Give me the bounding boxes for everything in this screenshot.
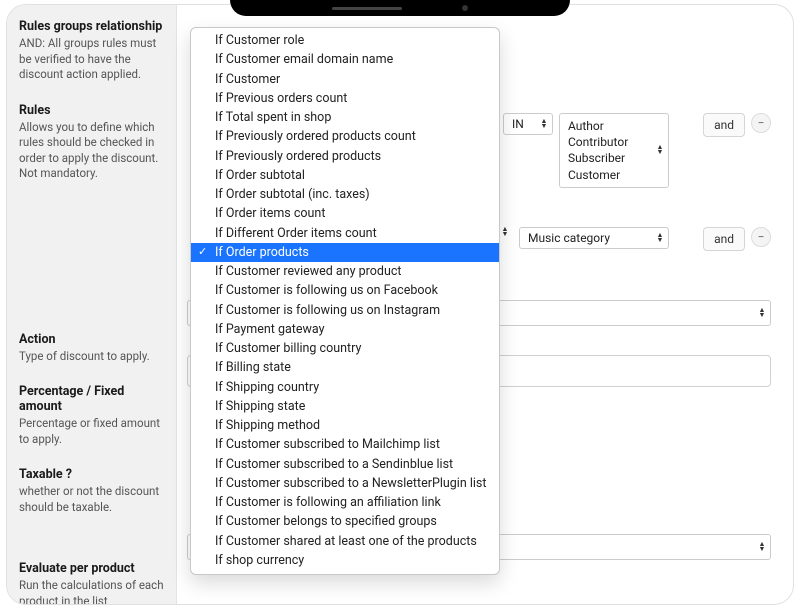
dropdown-item[interactable]: If Payment gateway xyxy=(191,320,499,339)
dropdown-item[interactable]: If Previous orders count xyxy=(191,89,499,108)
dropdown-item[interactable]: If Order items count xyxy=(191,204,499,223)
roles-multiselect[interactable]: Author Contributor Subscriber Customer ▲… xyxy=(559,113,669,188)
section-action: Action Type of discount to apply. xyxy=(19,332,166,365)
updown-icon: ▲▼ xyxy=(655,233,665,243)
role-option[interactable]: Contributor xyxy=(568,134,648,150)
section-desc: Type of discount to apply. xyxy=(19,349,166,365)
section-title: Percentage / Fixed amount xyxy=(19,384,166,414)
dropdown-item[interactable]: If shop currency xyxy=(191,551,499,570)
role-option[interactable]: Customer xyxy=(568,167,648,183)
logic-join-button[interactable]: and xyxy=(703,113,745,137)
dropdown-item[interactable]: If Customer subscribed to a NewsletterPl… xyxy=(191,474,499,493)
dropdown-item[interactable]: If Order subtotal xyxy=(191,166,499,185)
section-title: Rules groups relationship xyxy=(19,19,166,34)
dropdown-item[interactable]: If Previously ordered products count xyxy=(191,127,499,146)
device-frame: Rules groups relationship AND: All group… xyxy=(6,4,794,605)
minus-icon: − xyxy=(758,116,765,130)
section-title: Evaluate per product xyxy=(19,561,166,576)
section-desc: AND: All groups rules must be verified t… xyxy=(19,36,166,83)
speaker-slot xyxy=(332,7,402,10)
section-title: Rules xyxy=(19,103,166,118)
dropdown-item[interactable]: If Previously ordered products xyxy=(191,147,499,166)
section-rules: Rules Allows you to define which rules s… xyxy=(19,103,166,182)
section-desc: Percentage or fixed amount to apply. xyxy=(19,416,166,447)
dropdown-item[interactable]: If Shipping state xyxy=(191,397,499,416)
dropdown-item[interactable]: If Customer is following us on Instagram xyxy=(191,301,499,320)
section-title: Action xyxy=(19,332,166,347)
dropdown-item[interactable]: If Customer shared at least one of the p… xyxy=(191,532,499,551)
dropdown-item[interactable]: If Customer belongs to specified groups xyxy=(191,512,499,531)
logic-join-button[interactable]: and xyxy=(703,227,745,251)
updown-icon: ▲▼ xyxy=(500,227,510,237)
minus-icon: − xyxy=(758,230,765,244)
dropdown-item[interactable]: If Customer is following us on Facebook xyxy=(191,281,499,300)
section-relationship: Rules groups relationship AND: All group… xyxy=(19,19,166,83)
remove-rule-button[interactable]: − xyxy=(751,227,771,247)
dropdown-item[interactable]: If Customer role xyxy=(191,31,499,50)
category-value: Music category xyxy=(528,231,610,245)
dropdown-item[interactable]: If Total spent in shop xyxy=(191,108,499,127)
updown-icon: ▲▼ xyxy=(757,308,767,318)
dropdown-item[interactable]: If Customer subscribed to Mailchimp list xyxy=(191,435,499,454)
section-taxable: Taxable ? whether or not the discount sh… xyxy=(19,467,166,515)
dropdown-item[interactable]: If Customer reviewed any product xyxy=(191,262,499,281)
dropdown-item[interactable]: If Different Order items count xyxy=(191,224,499,243)
rule-type-dropdown[interactable]: If Customer roleIf Customer email domain… xyxy=(190,27,500,575)
settings-sidebar: Rules groups relationship AND: All group… xyxy=(7,5,177,604)
role-option[interactable]: Author xyxy=(568,118,648,134)
operator-select[interactable]: IN ▲▼ xyxy=(503,113,553,135)
camera-dot xyxy=(462,5,468,11)
dropdown-item[interactable]: If Shipping method xyxy=(191,416,499,435)
dropdown-item[interactable]: If Customer email domain name xyxy=(191,50,499,69)
device-notch xyxy=(230,0,570,16)
dropdown-item[interactable]: If Customer billing country xyxy=(191,339,499,358)
section-desc: whether or not the discount should be ta… xyxy=(19,484,166,515)
dropdown-item[interactable]: If Customer is following an affiliation … xyxy=(191,493,499,512)
category-select[interactable]: Music category ▲▼ xyxy=(519,227,669,249)
section-evaluate: Evaluate per product Run the calculation… xyxy=(19,561,166,604)
section-title: Taxable ? xyxy=(19,467,166,482)
updown-icon: ▲▼ xyxy=(655,145,665,155)
updown-icon: ▲▼ xyxy=(539,119,549,129)
dropdown-item[interactable]: If Shipping country xyxy=(191,378,499,397)
dropdown-item[interactable]: If Order subtotal (inc. taxes) xyxy=(191,185,499,204)
operator-value: IN xyxy=(512,117,524,131)
dropdown-item[interactable]: If Customer subscribed to a Sendinblue l… xyxy=(191,455,499,474)
section-desc: Run the calculations of each product in … xyxy=(19,578,166,604)
section-desc: Allows you to define which rules should … xyxy=(19,120,166,182)
dropdown-item[interactable]: If Billing state xyxy=(191,358,499,377)
dropdown-item[interactable]: If Customer xyxy=(191,70,499,89)
section-percentage: Percentage / Fixed amount Percentage or … xyxy=(19,384,166,447)
remove-rule-button[interactable]: − xyxy=(751,113,771,133)
role-option[interactable]: Subscriber xyxy=(568,150,648,166)
updown-icon: ▲▼ xyxy=(757,542,767,552)
dropdown-item[interactable]: If Order products xyxy=(191,243,499,262)
